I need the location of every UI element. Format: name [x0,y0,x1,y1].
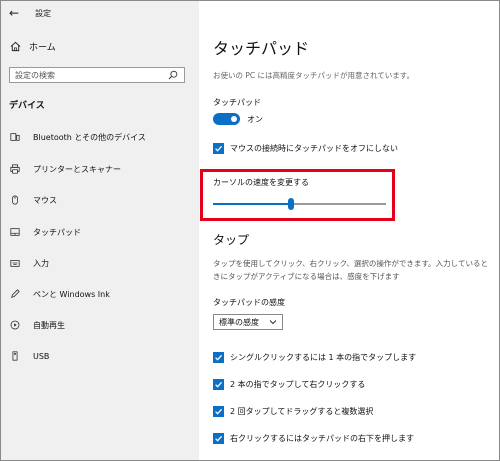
search-icon[interactable] [167,69,179,81]
home-label: ホーム [29,43,56,53]
sidebar-item-label: プリンターとスキャナー [33,164,121,174]
touchpad-label: タッチパッド [213,98,261,107]
toggle-state-label: オン [247,114,263,124]
toggle-knob [231,116,237,122]
tap-option-label: 右クリックするにはタッチパッドの右下を押します [230,434,414,443]
mouse-connected-checkbox-row[interactable]: マウスの接続時にタッチパッドをオフにしない [213,143,398,154]
chevron-down-icon [269,318,277,327]
touchpad-icon [9,226,21,238]
touchpad-toggle-row: オン [213,113,263,125]
slider-thumb[interactable] [287,198,294,210]
mouse-connected-label: マウスの接続時にタッチパッドをオフにしない [230,144,398,153]
sidebar-item-pen[interactable]: ペンと Windows Ink [9,288,194,300]
checkbox-checked-icon[interactable] [213,352,224,363]
keyboard-icon [9,257,21,269]
title-bar: ← 設定 [9,6,51,20]
settings-search[interactable] [9,67,185,83]
bluetooth-icon [9,131,21,143]
touchpad-toggle[interactable] [213,113,240,125]
tap-option-label: 2 回タップしてドラッグすると複数選択 [230,407,374,416]
mouse-icon [9,194,21,206]
usb-icon [9,350,21,362]
app-title: 設定 [35,8,52,18]
page-title: タッチパッド [213,39,310,58]
sidebar-item-label: USB [33,351,50,361]
checkbox-checked-icon[interactable] [213,379,224,390]
sidebar-item-touchpad[interactable]: タッチパッド [9,226,194,238]
checkbox-checked-icon[interactable] [213,406,224,417]
tap-option-checkbox-row[interactable]: 右クリックするにはタッチパッドの右下を押します [213,433,414,444]
home-icon [9,41,21,53]
tap-option-label: 2 本の指でタップして右クリックする [230,380,366,389]
taps-description: タップを使用してクリック、右クリック、選択の操作ができます。入力していると きに… [213,259,488,281]
page-subtitle: お使いの PC には高精度タッチパッドが用意されています。 [213,71,415,80]
tap-option-checkbox-row[interactable]: 2 回タップしてドラッグすると複数選択 [213,406,373,417]
taps-section-title: タップ [213,233,250,247]
sensitivity-dropdown[interactable]: 標準の感度 [213,314,283,330]
sidebar-item-autoplay[interactable]: 自動再生 [9,319,194,331]
slider-fill [213,203,291,205]
checkbox-checked-icon[interactable] [213,143,224,154]
tap-option-checkbox-row[interactable]: シングルクリックするには 1 本の指でタップします [213,352,416,363]
autoplay-icon [9,319,21,331]
sidebar-item-mouse[interactable]: マウス [9,194,194,206]
tap-option-label: シングルクリックするには 1 本の指でタップします [230,353,417,362]
sensitivity-label: タッチパッドの感度 [213,298,285,307]
sidebar-item-bluetooth[interactable]: Bluetooth とその他のデバイス [9,131,194,143]
sidebar-item-label: Bluetooth とその他のデバイス [33,132,146,142]
sidebar-item-typing[interactable]: 入力 [9,257,194,269]
cursor-speed-slider[interactable] [213,198,386,210]
main-content: タッチパッド お使いの PC には高精度タッチパッドが用意されています。 タッチ… [199,1,499,460]
back-arrow-icon[interactable]: ← [9,7,19,19]
sidebar-item-label: タッチパッド [33,227,81,237]
section-header-devices: デバイス [9,101,45,111]
sidebar-item-label: マウス [33,195,57,205]
sidebar-item-printers[interactable]: プリンターとスキャナー [9,163,194,175]
sidebar-item-label: 入力 [33,258,49,268]
search-input[interactable] [15,70,155,80]
tap-option-checkbox-row[interactable]: 2 本の指でタップして右クリックする [213,379,365,390]
sidebar-item-label: ペンと Windows Ink [33,289,110,299]
cursor-speed-label: カーソルの速度を変更する [213,178,309,187]
checkbox-checked-icon[interactable] [213,433,224,444]
sidebar-item-label: 自動再生 [33,320,65,330]
pen-icon [9,288,21,300]
sidebar: ← 設定 ホーム デバイス Bluetooth とその他のデバイス プリンターと… [1,1,199,460]
sidebar-item-home[interactable]: ホーム [9,40,56,53]
printer-icon [9,163,21,175]
sidebar-item-usb[interactable]: USB [9,350,194,362]
sensitivity-value: 標準の感度 [219,317,259,327]
